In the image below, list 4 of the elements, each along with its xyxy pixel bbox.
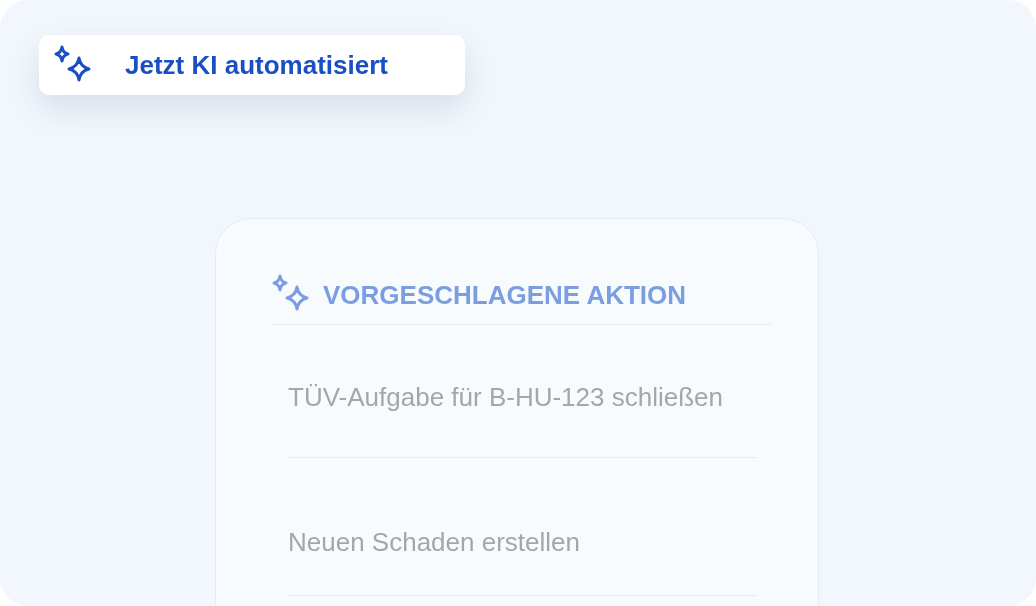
action-item[interactable]: Neuen Schaden erstellen <box>288 527 580 558</box>
action-item[interactable]: TÜV-Aufgabe für B-HU-123 schließen <box>288 381 723 413</box>
card-title: VORGESCHLAGENE AKTION <box>323 280 687 311</box>
badge-label: Jetzt KI automatisiert <box>125 49 388 81</box>
